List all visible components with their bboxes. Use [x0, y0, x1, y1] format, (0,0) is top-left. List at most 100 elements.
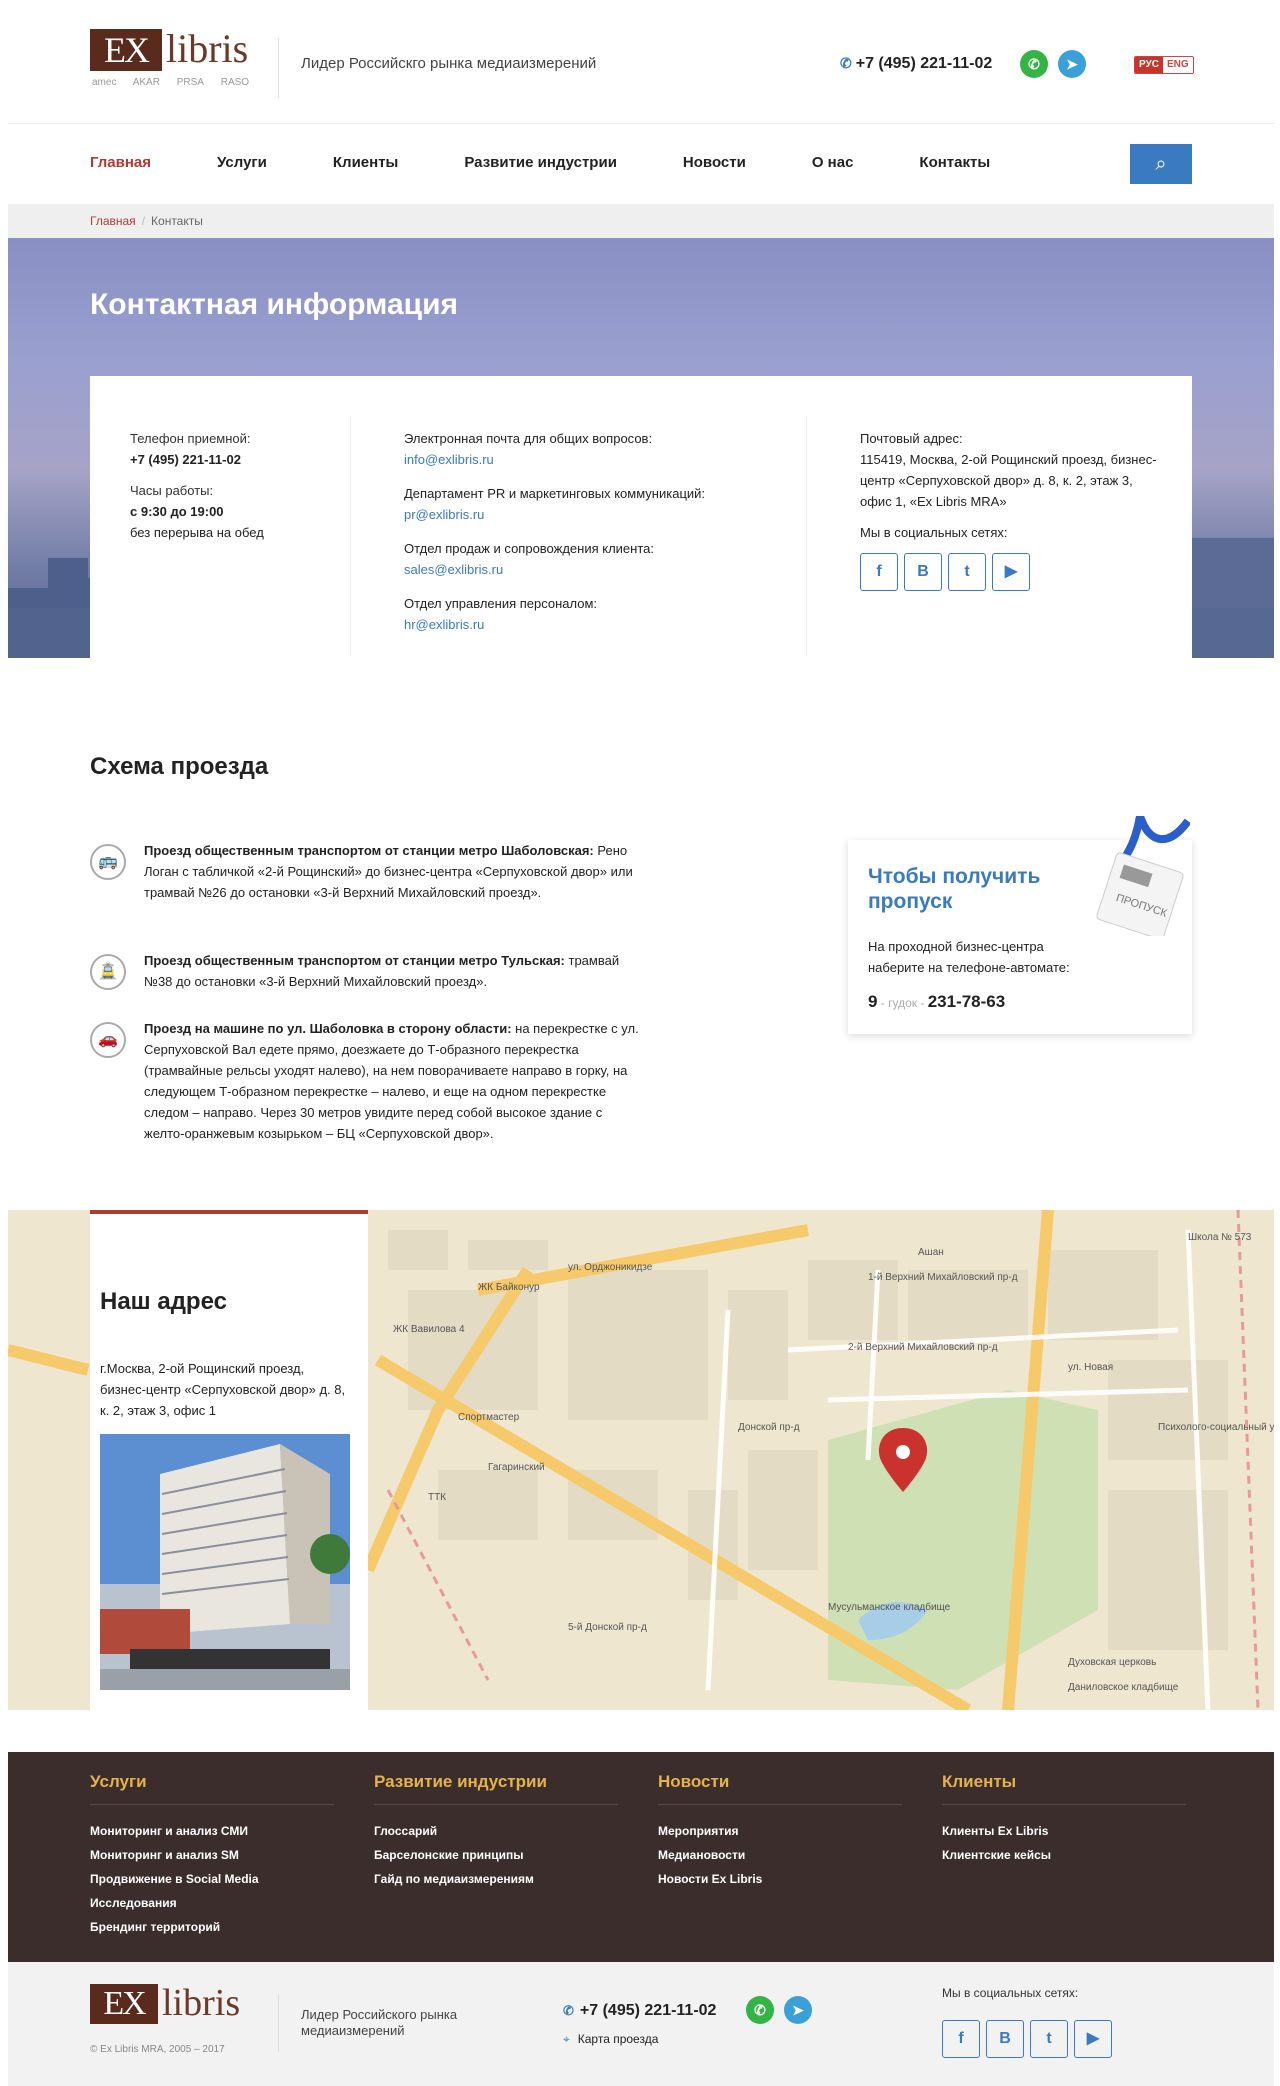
- contact-info-card: Телефон приемной: +7 (495) 221-11-02 Час…: [90, 376, 1192, 658]
- map-label: Даниловское кладбище: [1068, 1681, 1179, 1693]
- pass-main-number: 231-78-63: [927, 992, 1006, 1011]
- twitter-icon[interactable]: t: [948, 553, 986, 591]
- email-label: Отдел управления персоналом:: [404, 596, 598, 611]
- email-link[interactable]: info@exlibris.ru: [404, 452, 494, 467]
- page-title: Контактная информация: [90, 288, 459, 321]
- partner-logo: RASO: [220, 77, 250, 88]
- partner-logo: amec: [92, 77, 117, 88]
- phone-label: Телефон приемной:: [130, 431, 251, 446]
- nav-item-contacts[interactable]: Контакты: [919, 154, 990, 171]
- map-link[interactable]: ⌖ Карта проезда: [563, 2032, 658, 2047]
- footer-link[interactable]: Барселонские принципы: [374, 1843, 618, 1867]
- nav-item-services[interactable]: Услуги: [217, 154, 267, 171]
- vk-icon[interactable]: В: [904, 553, 942, 591]
- nav-item-industry[interactable]: Развитие индустрии: [464, 154, 617, 171]
- facebook-icon[interactable]: f: [860, 553, 898, 591]
- footer-link[interactable]: Медиановости: [658, 1843, 902, 1867]
- phone-icon: ✆: [840, 55, 852, 71]
- twitter-icon[interactable]: t: [1030, 2020, 1068, 2058]
- phone-value[interactable]: +7 (495) 221-11-02: [130, 452, 241, 467]
- divider: [350, 416, 351, 656]
- telegram-icon[interactable]: ➤: [784, 1996, 812, 2024]
- map-label: Спортмастер: [458, 1412, 520, 1423]
- car-icon: 🚗: [90, 1022, 126, 1058]
- route-item: 🚌 Проезд общественным транспортом от ста…: [90, 840, 650, 936]
- breadcrumb-home[interactable]: Главная: [90, 214, 136, 228]
- divider: [8, 123, 1274, 124]
- hours-value: с 9:30 до 19:00: [130, 504, 224, 519]
- whatsapp-icon[interactable]: ✆: [746, 1996, 774, 2024]
- footer-column-news: Новости Мероприятия Медиановости Новости…: [658, 1772, 902, 1891]
- map-label: Школа № 573: [1188, 1232, 1252, 1243]
- youtube-icon[interactable]: ▶: [992, 553, 1030, 591]
- route-item: 🚗 Проезд на машине по ул. Шаболовка в ст…: [90, 1018, 650, 1168]
- footer-column-industry: Развитие индустрии Глоссарий Барселонски…: [374, 1772, 618, 1891]
- pass-text: На проходной бизнес-центра наберите на т…: [868, 939, 1070, 975]
- partner-logo: PRSA: [176, 77, 204, 88]
- social-links: f В t ▶: [860, 553, 1160, 591]
- footer-column-title: Новости: [658, 1772, 902, 1805]
- whatsapp-icon[interactable]: ✆: [1020, 50, 1048, 78]
- nav-item-home[interactable]: Главная: [90, 154, 151, 171]
- email-link[interactable]: hr@exlibris.ru: [404, 617, 484, 632]
- site-header: EX libris amec AKAR PRSA RASO Лидер Росс…: [8, 0, 1274, 124]
- map-label: 5-й Донской пр-д: [568, 1622, 647, 1633]
- breadcrumb-current: Контакты: [151, 214, 203, 228]
- vk-icon[interactable]: В: [986, 2020, 1024, 2058]
- nav-item-clients[interactable]: Клиенты: [333, 154, 398, 171]
- footer-link[interactable]: Глоссарий: [374, 1819, 618, 1843]
- footer-link[interactable]: Продвижение в Social Media: [90, 1867, 334, 1891]
- email-link[interactable]: sales@exlibris.ru: [404, 562, 503, 577]
- emails-column: Электронная почта для общих вопросов: in…: [404, 428, 744, 635]
- map-label: 1-й Верхний Михайловский пр-д: [868, 1272, 1018, 1283]
- postal-address: 115419, Москва, 2-ой Рощинский проезд, б…: [860, 452, 1157, 509]
- hours-label: Часы работы:: [130, 483, 214, 498]
- footer-link[interactable]: Брендинг территорий: [90, 1915, 334, 1939]
- route-heading: Проезд общественным транспортом от станц…: [144, 953, 565, 968]
- footer-links: Услуги Мониторинг и анализ СМИ Мониторин…: [8, 1752, 1274, 1962]
- footer-link[interactable]: Клиентские кейсы: [942, 1843, 1186, 1867]
- lang-rus[interactable]: РУС: [1135, 57, 1163, 73]
- footer-link[interactable]: Мероприятия: [658, 1819, 902, 1843]
- youtube-icon[interactable]: ▶: [1074, 2020, 1112, 2058]
- divider: [806, 416, 807, 656]
- hours-note: без перерыва на обед: [130, 525, 264, 540]
- footer-link[interactable]: Новости Ex Libris: [658, 1867, 902, 1891]
- logo-libris: libris: [162, 1982, 241, 2024]
- footer-link[interactable]: Гайд по медиаизмерениям: [374, 1867, 618, 1891]
- telegram-icon[interactable]: ➤: [1058, 50, 1086, 78]
- postal-column: Почтовый адрес: 115419, Москва, 2-ой Рощ…: [860, 428, 1160, 591]
- breadcrumb-separator: /: [141, 214, 146, 228]
- email-link[interactable]: pr@exlibris.ru: [404, 507, 484, 522]
- footer-tagline: Лидер Российского рынка медиаизмерений: [301, 2007, 458, 2038]
- map-label: ТТК: [428, 1492, 446, 1503]
- breadcrumb: Главная / Контакты: [8, 204, 1274, 238]
- divider: [278, 38, 279, 98]
- address-title: Наш адрес: [100, 1288, 227, 1315]
- phone-icon: ✆: [563, 2003, 574, 2018]
- map[interactable]: ул. Орджоникидзе ЖК Байконур ЖК Вавилова…: [8, 1210, 1274, 1710]
- social-label: Мы в социальных сетях:: [860, 525, 1008, 540]
- logo-libris: libris: [166, 26, 249, 71]
- facebook-icon[interactable]: f: [942, 2020, 980, 2058]
- footer-link[interactable]: Мониторинг и анализ СМИ: [90, 1819, 334, 1843]
- lang-eng[interactable]: ENG: [1162, 57, 1193, 73]
- pass-tone: - гудок -: [877, 996, 928, 1010]
- nav-item-about[interactable]: О нас: [812, 154, 854, 171]
- logo-ex: EX: [90, 1984, 158, 2024]
- header-phone[interactable]: ✆ +7 (495) 221-11-02: [840, 55, 992, 73]
- nav-item-news[interactable]: Новости: [683, 154, 746, 171]
- map-label: ул. Орджоникидзе: [568, 1262, 653, 1273]
- footer-phone[interactable]: ✆ +7 (495) 221-11-02: [563, 2002, 716, 2020]
- footer-social-links: f В t ▶: [942, 2020, 1118, 2058]
- pass-title: Чтобы получить пропуск: [868, 865, 1041, 913]
- footer-link[interactable]: Мониторинг и анализ SM: [90, 1843, 334, 1867]
- search-button[interactable]: ⌕: [1130, 144, 1192, 184]
- reception-column: Телефон приемной: +7 (495) 221-11-02 Час…: [130, 428, 350, 543]
- footer-link[interactable]: Клиенты Ex Libris: [942, 1819, 1186, 1843]
- email-label: Департамент PR и маркетинговых коммуника…: [404, 486, 706, 501]
- location-pin-icon: ⌖: [563, 2032, 570, 2046]
- pass-badge-image: ПРОПУСК: [1096, 816, 1190, 936]
- footer-link[interactable]: Исследования: [90, 1891, 334, 1915]
- footer-column-services: Услуги Мониторинг и анализ СМИ Мониторин…: [90, 1772, 334, 1939]
